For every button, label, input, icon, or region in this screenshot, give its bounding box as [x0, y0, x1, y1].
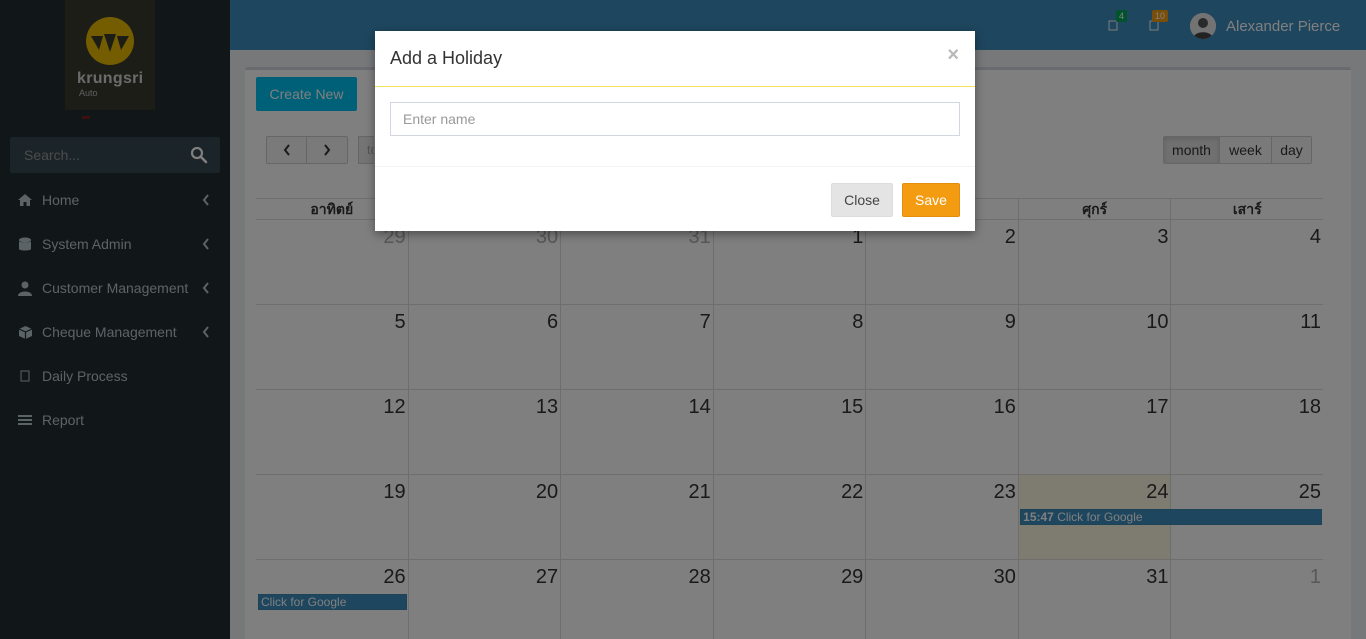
close-icon[interactable]: × [947, 45, 959, 65]
holiday-name-input[interactable] [390, 102, 960, 136]
close-button[interactable]: Close [831, 183, 893, 217]
save-button[interactable]: Save [902, 183, 960, 217]
add-holiday-modal: Add a Holiday × Close Save [375, 31, 975, 231]
modal-header: Add a Holiday × [375, 31, 975, 87]
modal-body [390, 102, 960, 136]
modal-title: Add a Holiday [390, 48, 503, 68]
modal-footer: Close Save [375, 166, 975, 231]
